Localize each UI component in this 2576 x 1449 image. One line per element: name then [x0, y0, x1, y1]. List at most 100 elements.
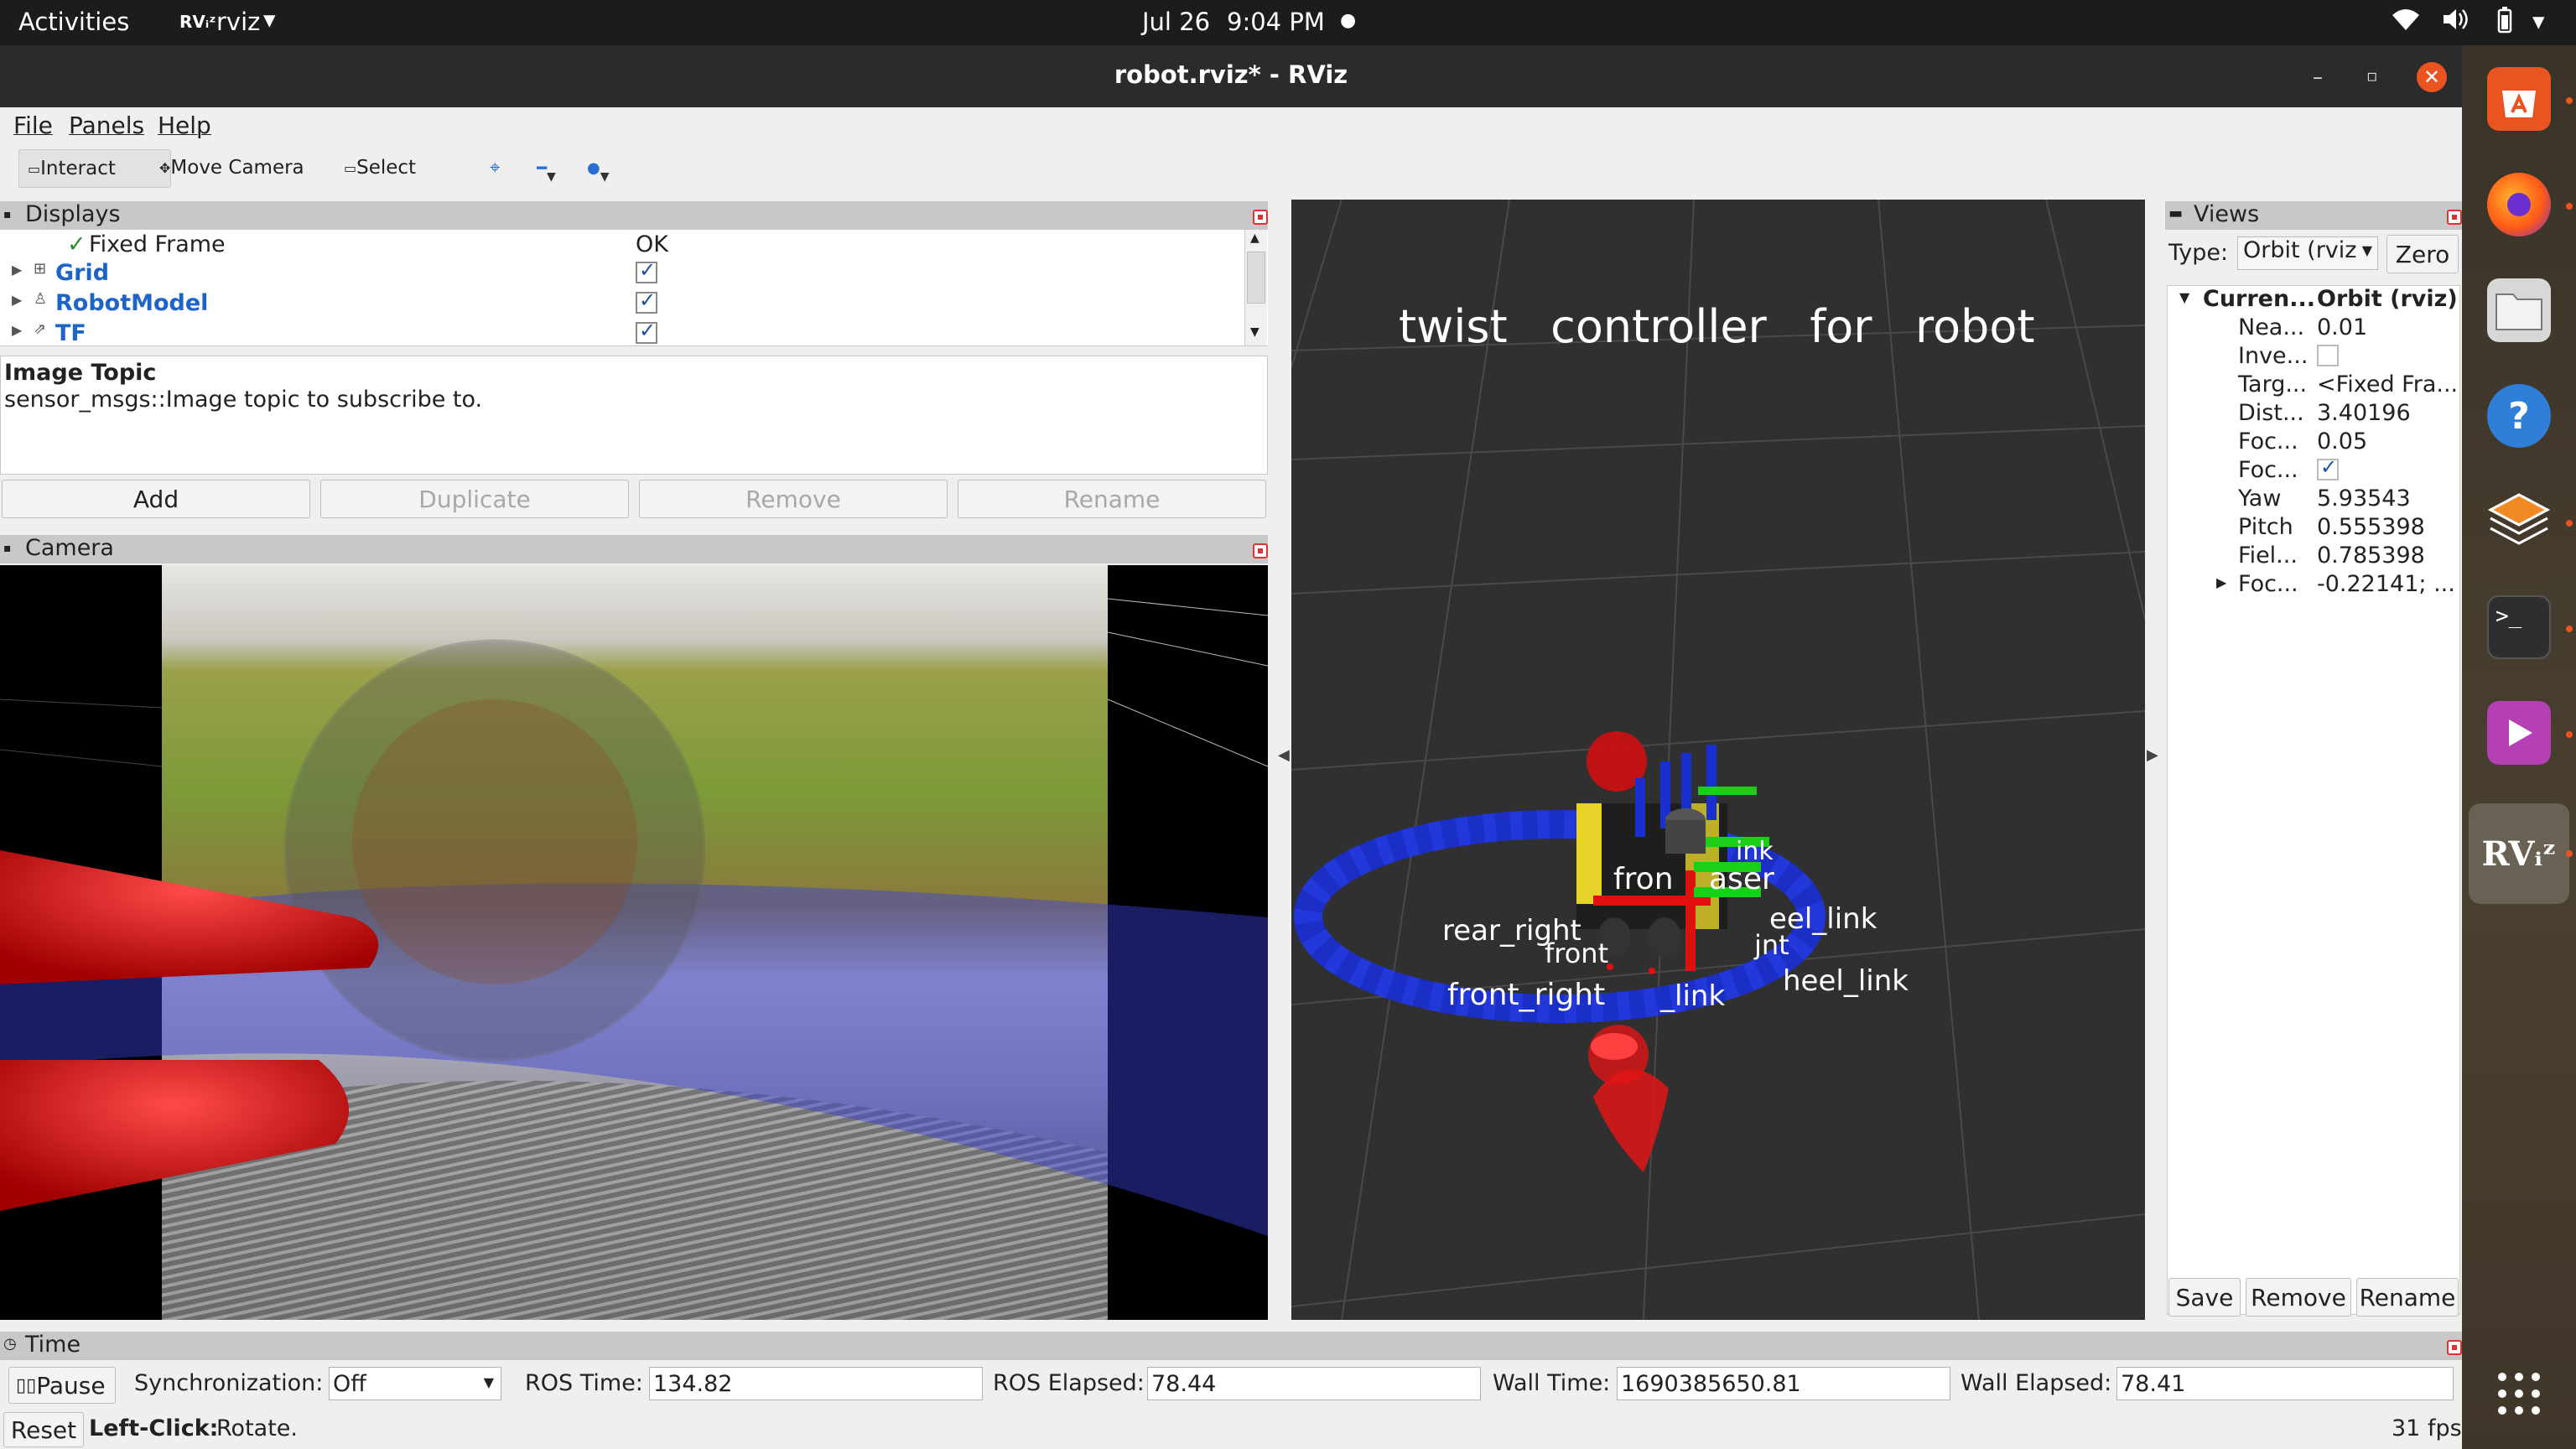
focal-shape-checkbox[interactable] — [2317, 455, 2339, 480]
scroll-up-icon[interactable]: ▲ — [1250, 231, 1259, 245]
app-menu-label[interactable]: rviz — [216, 8, 260, 36]
wifi-icon[interactable] — [2392, 7, 2420, 38]
app-menu-chevron-icon[interactable]: ▾ — [263, 5, 276, 34]
viewport-overlay-title: twist controller for robot — [1399, 300, 2035, 353]
display-item-tf[interactable]: TF — [55, 320, 86, 346]
media-player-icon[interactable] — [2487, 701, 2551, 765]
view-prop-value[interactable]: 0.05 — [2317, 428, 2367, 454]
close-panel-icon[interactable] — [2447, 1340, 2462, 1355]
collapse-arrow-icon[interactable]: ▼ — [2179, 289, 2189, 305]
display-item-grid[interactable]: Grid — [55, 260, 109, 286]
view-prop-name[interactable]: Foc... — [2238, 571, 2298, 597]
reset-button[interactable]: Reset — [3, 1412, 84, 1447]
expand-arrow-icon[interactable]: ▶ — [2216, 574, 2226, 590]
remove-view-button[interactable]: Remove — [2246, 1278, 2351, 1317]
zero-view-button[interactable]: Zero — [2386, 235, 2459, 273]
measure-tool-icon[interactable]: ━ ▼ — [528, 149, 564, 186]
expand-arrow-icon[interactable]: ▶ — [12, 262, 22, 278]
clock-time[interactable]: 9:04 PM — [1227, 8, 1325, 36]
robotmodel-enable-checkbox[interactable] — [636, 288, 657, 314]
view-prop-name[interactable]: Fiel... — [2238, 543, 2298, 569]
displays-scrollbar[interactable]: ▲ ▼ — [1244, 230, 1267, 345]
view-prop-name[interactable]: Foc... — [2238, 457, 2298, 483]
view-prop-name[interactable]: Foc... — [2238, 428, 2298, 454]
help-icon[interactable]: ? — [2487, 384, 2551, 448]
close-panel-icon[interactable] — [1253, 543, 1268, 558]
view-prop-value[interactable]: <Fixed Fra... — [2317, 371, 2458, 397]
pause-button[interactable]: ▯▯ Pause — [8, 1367, 116, 1404]
ros-time-field[interactable]: 134.82 — [649, 1367, 983, 1400]
rename-display-button[interactable]: Rename — [958, 480, 1266, 518]
view-prop-name[interactable]: Dist... — [2238, 400, 2304, 426]
workspace-app-icon[interactable] — [2487, 490, 2551, 553]
interact-tool-button[interactable]: ▭ Interact — [18, 149, 171, 188]
software-center-icon[interactable] — [2487, 67, 2551, 131]
scrollbar-thumb[interactable] — [1247, 252, 1265, 304]
files-icon[interactable] — [2487, 278, 2551, 342]
view-prop-value[interactable]: 5.93543 — [2317, 486, 2411, 512]
activities-button[interactable]: Activities — [18, 8, 129, 36]
move-camera-tool-button[interactable]: ✥ Move Camera — [151, 149, 313, 186]
grid-enable-checkbox[interactable] — [636, 258, 657, 283]
splitter-right-arrow-icon[interactable]: ▶ — [2147, 746, 2158, 764]
camera-image-view[interactable] — [0, 565, 1268, 1320]
panel-dock-icon: ▪ — [3, 542, 12, 555]
close-window-button[interactable]: ✕ — [2417, 62, 2447, 92]
volume-icon[interactable] — [2442, 7, 2470, 38]
current-view-name[interactable]: Curren... — [2203, 286, 2315, 312]
clock-date[interactable]: Jul 26 — [1142, 8, 1210, 36]
minimize-button[interactable]: – — [2313, 65, 2323, 89]
duplicate-display-button[interactable]: Duplicate — [320, 480, 629, 518]
expand-arrow-icon[interactable]: ▶ — [12, 322, 22, 338]
scroll-down-icon[interactable]: ▼ — [1250, 325, 1259, 339]
view-prop-name[interactable]: Yaw — [2238, 486, 2281, 512]
view-prop-name[interactable]: Inve... — [2238, 343, 2308, 369]
battery-icon[interactable] — [2492, 7, 2517, 39]
display-item-robotmodel[interactable]: RobotModel — [55, 290, 208, 316]
add-display-button[interactable]: Add — [2, 480, 310, 518]
wall-time-field[interactable]: 1690385650.81 — [1617, 1367, 1950, 1400]
dropdown-arrow-icon: ▼ — [2361, 242, 2372, 258]
view-prop-value[interactable]: 0.01 — [2317, 314, 2367, 340]
show-apps-icon[interactable] — [2487, 1362, 2551, 1426]
pause-label: Pause — [36, 1371, 106, 1400]
wall-elapsed-field[interactable]: 78.41 — [2116, 1367, 2454, 1400]
view-type-dropdown[interactable]: Orbit (rviz ▼ — [2237, 236, 2378, 270]
remove-display-button[interactable]: Remove — [639, 480, 948, 518]
current-view-type[interactable]: Orbit (rviz) — [2317, 286, 2458, 312]
invert-z-checkbox[interactable] — [2317, 345, 2339, 366]
ros-elapsed-field[interactable]: 78.44 — [1147, 1367, 1481, 1400]
fixed-frame-value[interactable]: OK — [636, 231, 668, 257]
fixed-frame-label[interactable]: Fixed Frame — [89, 231, 226, 257]
sync-dropdown[interactable]: Off ▼ — [329, 1367, 501, 1400]
close-panel-icon[interactable] — [1253, 210, 1268, 225]
window-titlebar[interactable]: robot.rviz* - RViz – ▫ ✕ — [0, 45, 2462, 107]
select-tool-button[interactable]: ▭ Select — [335, 149, 424, 186]
expand-arrow-icon[interactable]: ▶ — [12, 292, 22, 308]
pose-estimate-tool-icon[interactable]: ● ▼ — [579, 149, 618, 186]
view-prop-value[interactable]: 0.555398 — [2317, 514, 2425, 540]
menu-file[interactable]: File — [13, 112, 53, 139]
terminal-icon[interactable]: >_ — [2487, 595, 2551, 659]
close-panel-icon[interactable] — [2447, 210, 2462, 225]
menu-help[interactable]: Help — [158, 112, 211, 139]
rviz-dock-icon[interactable]: RVᵢᶻ — [2469, 803, 2569, 904]
view-prop-name[interactable]: Nea... — [2238, 314, 2304, 340]
views-panel-title: Views — [2194, 201, 2260, 227]
rename-view-button[interactable]: Rename — [2356, 1278, 2459, 1317]
system-menu-chevron-icon[interactable]: ▾ — [2532, 7, 2545, 35]
wall-elapsed-label: Wall Elapsed: — [1961, 1370, 2112, 1396]
tf-enable-checkbox[interactable] — [636, 319, 657, 344]
3d-render-viewport[interactable]: twist controller for robot fron aser rea… — [1291, 200, 2145, 1320]
splitter-left-arrow-icon[interactable]: ◀ — [1278, 746, 1290, 764]
focus-camera-tool-icon[interactable]: ⌖ — [481, 149, 508, 186]
view-prop-value[interactable]: -0.22141; ... — [2317, 571, 2455, 597]
view-prop-name[interactable]: Targ... — [2238, 371, 2307, 397]
view-prop-name[interactable]: Pitch — [2238, 514, 2293, 540]
maximize-button[interactable]: ▫ — [2366, 65, 2378, 86]
view-prop-value[interactable]: 0.785398 — [2317, 543, 2425, 569]
view-prop-value[interactable]: 3.40196 — [2317, 400, 2411, 426]
firefox-icon[interactable] — [2487, 173, 2551, 236]
save-view-button[interactable]: Save — [2168, 1278, 2241, 1317]
menu-panels[interactable]: Panels — [69, 112, 144, 139]
